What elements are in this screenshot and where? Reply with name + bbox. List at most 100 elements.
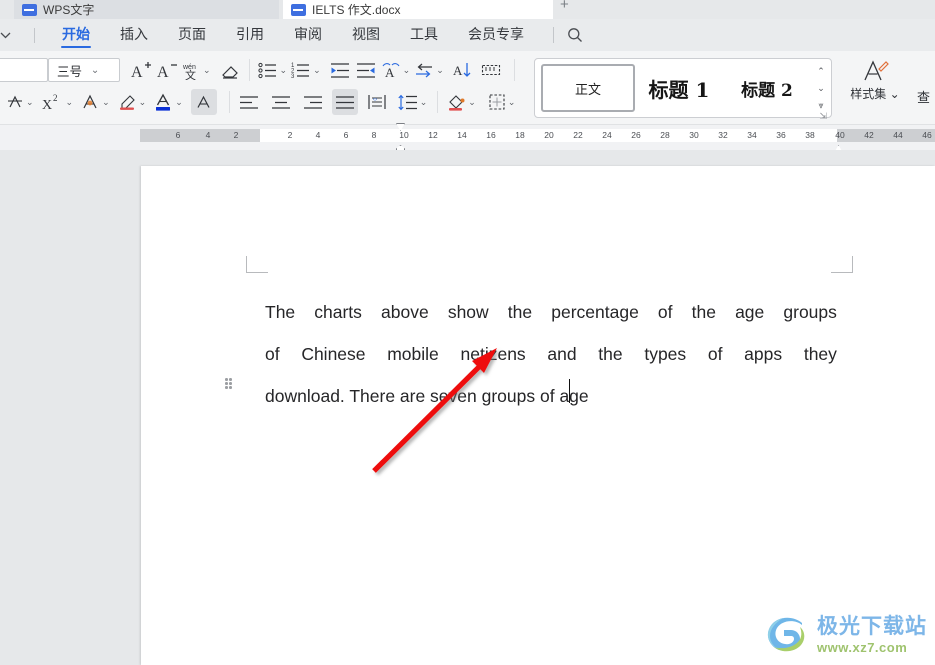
font-size-value: 三号 (57, 64, 83, 79)
chevron-down-icon[interactable]: ⌄ (508, 97, 516, 108)
ribbon-tab-references[interactable]: 引用 (221, 19, 279, 51)
numbered-list-button[interactable]: 1 2 3 ⌄ (289, 57, 323, 83)
horizontal-ruler[interactable]: 6 4 2 2 4 6 8 10 12 14 16 18 20 22 24 26… (140, 123, 935, 160)
find-button-label[interactable]: 查 (917, 87, 930, 106)
dialog-launcher-icon[interactable]: ⇲ (819, 111, 827, 122)
document-tab-2[interactable]: IELTS 作文.docx (283, 0, 553, 19)
superscript-button[interactable]: X 2 ⌄ (40, 89, 76, 115)
show-marks-button[interactable] (478, 57, 504, 83)
ribbon-tab-home[interactable]: 开始 (47, 19, 105, 51)
bullet-list-button[interactable]: ⌄ (256, 57, 290, 83)
eraser-icon (221, 65, 238, 79)
align-justify-button[interactable] (331, 89, 358, 115)
pinyin-guide-button[interactable]: wén 文 ⌄ (180, 57, 213, 83)
chevron-down-icon[interactable]: ⌄ (175, 97, 183, 108)
style-item-normal[interactable]: 正文 (541, 64, 635, 112)
ruler-left-margin (140, 129, 260, 142)
chevron-down-icon[interactable]: ⌄ (102, 97, 110, 108)
chevron-down-icon[interactable]: ⌄ (468, 97, 476, 108)
chevron-expand-icon[interactable]: ⩔ (818, 101, 823, 110)
font-family-combo[interactable]: ⌄ (0, 58, 48, 82)
collapse-ribbon-button[interactable] (0, 32, 34, 39)
ruler-tick: 2 (287, 130, 293, 140)
clear-formatting-button[interactable] (217, 57, 243, 83)
document-paragraph[interactable]: The charts above show the percentage of … (265, 291, 837, 417)
svg-text:A: A (385, 65, 395, 79)
chevron-down-icon[interactable]: ⌄ (66, 97, 74, 108)
borders-button[interactable]: ⌄ (486, 89, 518, 115)
chevron-down-icon[interactable]: ⌄ (86, 65, 104, 76)
chevron-down-icon[interactable]: ⌄ (313, 65, 321, 76)
ribbon-tab-bar: 开始 插入 页面 引用 审阅 视图 工具 会员专享 (0, 19, 935, 51)
document-page[interactable]: The charts above show the percentage of … (141, 166, 935, 665)
chevron-down-icon[interactable]: ⌄ (26, 97, 34, 108)
ribbon-tab-insert[interactable]: 插入 (105, 19, 163, 51)
text-frame-icon (197, 95, 210, 108)
wps-writer-window: WPS文字 IELTS 作文.docx + 开始 插入 页面 引用 审阅 视图 … (0, 0, 935, 665)
ruler-tick: 6 (175, 130, 181, 140)
character-shading-button[interactable]: ⌄ (4, 89, 36, 115)
margin-marker-top-right (831, 256, 853, 273)
chevron-up-icon[interactable]: ⌃ (817, 66, 825, 75)
document-tab-1[interactable]: WPS文字 (14, 0, 279, 19)
shading-button[interactable]: ⌄ (444, 89, 478, 115)
word: apps (744, 344, 783, 364)
svg-text:X: X (42, 98, 52, 111)
style-set-button[interactable]: 样式集 ⌄ (845, 59, 905, 102)
word: groups (783, 302, 837, 322)
divider (553, 27, 554, 43)
document-tab-label: IELTS 作文.docx (312, 3, 401, 17)
ruler-tick: 40 (835, 130, 845, 140)
align-right-button[interactable] (300, 89, 326, 115)
watermark-brand: 极光下载站 (817, 615, 927, 638)
align-left-button[interactable] (236, 89, 262, 115)
new-tab-button[interactable]: + (560, 0, 569, 12)
character-scale-button[interactable]: A ⌄ (379, 57, 413, 83)
style-set-label: 样式集 ⌄ (850, 87, 900, 101)
word: The (265, 302, 296, 322)
text-direction-icon (416, 63, 433, 77)
chevron-down-icon (0, 32, 11, 38)
style-item-heading-1[interactable]: 标题 1 (635, 64, 723, 112)
word: the (507, 302, 533, 322)
svg-text:‹›: ‹› (373, 97, 377, 103)
line-spacing-button[interactable]: ⌄ (396, 89, 430, 115)
drag-handle-icon[interactable] (225, 378, 233, 389)
styles-gallery-scrollbar[interactable]: ⌃ ⌄ ⩔ (813, 62, 829, 114)
decrease-indent-button[interactable] (327, 57, 353, 83)
chevron-down-icon[interactable]: ⌄ (139, 97, 147, 108)
sort-button[interactable]: A (449, 57, 475, 83)
ribbon-tab-review[interactable]: 审阅 (279, 19, 337, 51)
styles-gallery[interactable]: 正文 标题 1 标题 2 ⌃ ⌄ ⩔ (534, 58, 832, 118)
style-item-heading-2[interactable]: 标题 2 (723, 64, 811, 112)
chevron-down-icon[interactable]: ⌄ (817, 83, 825, 92)
ribbon-tab-tools[interactable]: 工具 (395, 19, 453, 51)
word: mobile (387, 344, 439, 364)
search-button[interactable] (564, 24, 586, 46)
chevron-down-icon[interactable]: ⌄ (203, 65, 211, 76)
ribbon-tab-page[interactable]: 页面 (163, 19, 221, 51)
chevron-down-icon[interactable]: ⌄ (280, 65, 288, 76)
document-icon (291, 4, 306, 16)
chevron-down-icon[interactable]: ⌄ (436, 65, 444, 76)
highlight-button[interactable]: ⌄ (116, 89, 149, 115)
divider (437, 91, 439, 113)
increase-font-size-button[interactable]: A (128, 57, 154, 83)
ribbon-tab-member[interactable]: 会员专享 (453, 19, 539, 51)
ribbon-tab-view[interactable]: 视图 (337, 19, 395, 51)
text-frame-button[interactable] (190, 89, 217, 115)
font-size-combo[interactable]: 三号 ⌄ (48, 58, 120, 82)
character-shading-icon (8, 95, 22, 108)
decrease-font-size-button[interactable]: A (154, 57, 180, 83)
chevron-down-icon[interactable]: ⌄ (403, 65, 411, 76)
increase-indent-button[interactable] (353, 57, 379, 83)
ruler-tick: 42 (864, 130, 874, 140)
chevron-down-icon[interactable]: ⌄ (420, 97, 428, 108)
text-direction-button[interactable]: ⌄ (412, 57, 446, 83)
document-line-2: of Chinese mobile netizens and the types… (265, 333, 837, 375)
font-color-button[interactable]: ⌄ (152, 89, 185, 115)
distribute-button[interactable]: ‹› (364, 89, 390, 115)
increase-indent-icon (356, 62, 375, 78)
align-center-button[interactable] (268, 89, 294, 115)
text-effect-button[interactable]: ⌄ (79, 89, 112, 115)
